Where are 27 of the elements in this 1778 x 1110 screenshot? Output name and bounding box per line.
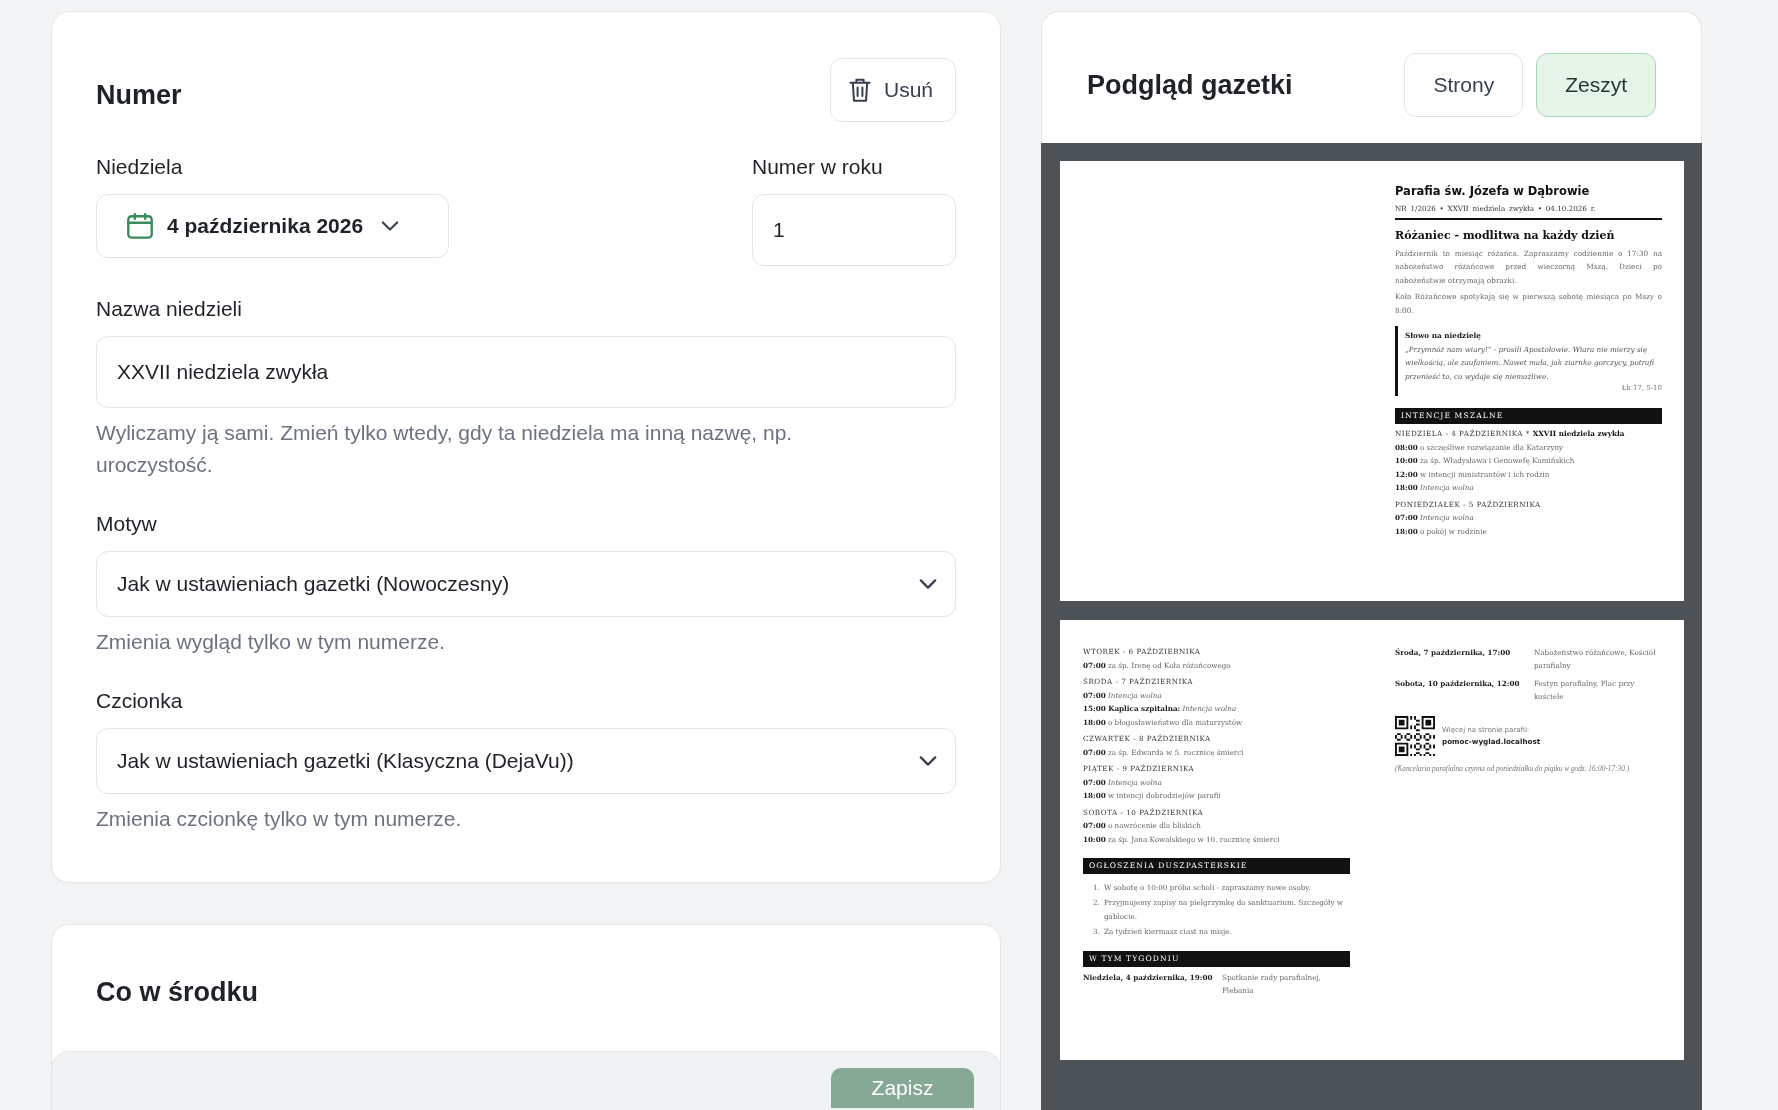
- field-label: Nazwa niedzieli: [96, 296, 243, 322]
- hint-text: Zmienia wygląd tylko w tym numerze.: [96, 629, 446, 655]
- field-label: Niedziela: [96, 154, 184, 180]
- field-label: Motyw: [96, 511, 158, 537]
- chevron-down-icon: [919, 756, 937, 766]
- date-picker[interactable]: 4 października 2026: [96, 194, 449, 258]
- calendar-icon: [127, 213, 153, 239]
- chevron-down-icon: [919, 579, 937, 589]
- view-mode-tab[interactable]: Zeszyt: [1536, 53, 1656, 117]
- view-mode-tab[interactable]: Strony: [1404, 53, 1524, 117]
- article-heading: Różaniec - modlitwa na każdy dzień: [1395, 228, 1616, 244]
- text-input[interactable]: XXVII niedziela zwykła: [96, 336, 956, 408]
- number-input[interactable]: 1: [752, 194, 956, 266]
- font-select[interactable]: Jak w ustawieniach gazetki (Klasyczna (DejaVu)): [96, 728, 956, 794]
- section-title: Numer: [96, 79, 182, 112]
- preview-title: Podgląd gazetki: [1087, 69, 1293, 101]
- trash-icon: [848, 78, 871, 102]
- theme-select[interactable]: Jak w ustawieniach gazetki (Nowoczesny): [96, 551, 956, 617]
- hint-text: Zmienia czcionkę tylko w tym numerze.: [96, 806, 463, 832]
- qr-code-icon: [1395, 715, 1435, 756]
- parish-name: Parafia św. Józefa w Dąbrowie: [1395, 183, 1591, 199]
- field-label: Czcionka: [96, 688, 184, 714]
- delete-button[interactable]: Usuń: [829, 58, 956, 122]
- field-label: Numer w roku: [752, 154, 884, 180]
- section-title: Co w środku: [96, 976, 259, 1009]
- chevron-down-icon: [381, 221, 400, 231]
- hint-text: Wyliczamy ją sami. Zmień tylko wtedy, gdy ta niedziela ma inną nazwę, np. uroczystość.: [96, 420, 794, 478]
